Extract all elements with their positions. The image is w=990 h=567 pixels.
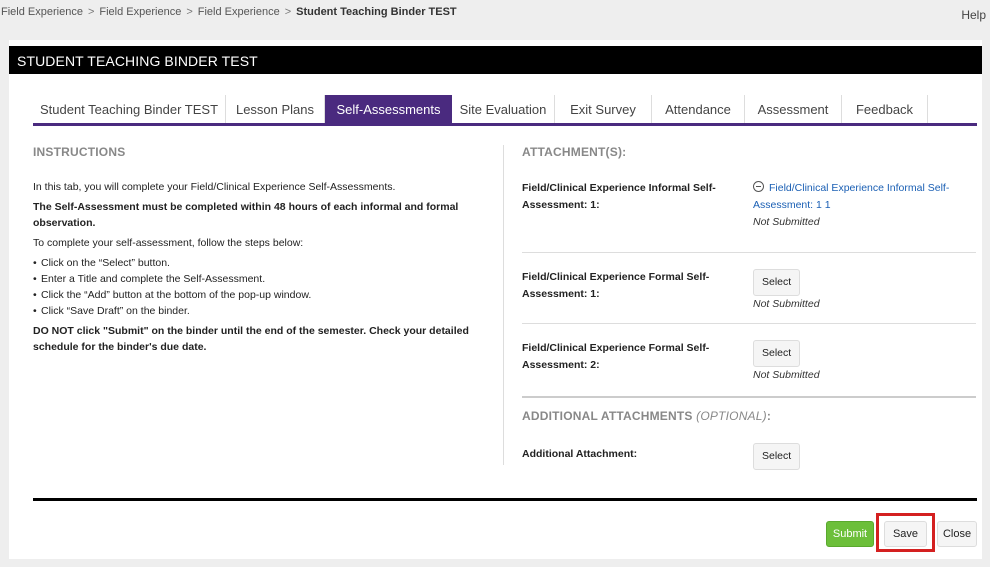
select-button[interactable]: Select [753, 340, 801, 367]
attachments-heading: ATTACHMENT(S): [522, 145, 627, 159]
attachment-status: Not Submitted [753, 216, 820, 228]
attachment-value: Select [753, 443, 973, 470]
attachment-label: Field/Clinical Experience Informal Self-… [522, 182, 716, 211]
select-button[interactable]: Select [753, 443, 801, 470]
breadcrumb-item[interactable]: Field Experience [1, 6, 83, 18]
instructions-deadline: The Self-Assessment must be completed wi… [33, 201, 459, 229]
column-divider [503, 145, 504, 465]
tab-assessment[interactable]: Assessment [745, 95, 842, 123]
optional-label: (OPTIONAL) [696, 409, 767, 423]
instructions-intro: In this tab, you will complete your Fiel… [33, 181, 396, 193]
instruction-step: Click on the “Select” button. [33, 255, 473, 271]
breadcrumb-separator: > [284, 6, 292, 18]
tab-student-teaching-binder[interactable]: Student Teaching Binder TEST [33, 95, 226, 123]
row-divider [522, 323, 976, 324]
help-link[interactable]: Help [961, 8, 986, 22]
page-title: STUDENT TEACHING BINDER TEST [17, 53, 258, 69]
binder-title-bar: STUDENT TEACHING BINDER TEST [9, 46, 982, 74]
tab-lesson-plans[interactable]: Lesson Plans [226, 95, 325, 123]
top-bar: Field Experience > Field Experience > Field … [0, 0, 990, 40]
select-button[interactable]: Select [753, 269, 801, 296]
footer-divider [33, 498, 977, 501]
attachment-value: Select Not Submitted [753, 269, 973, 313]
tab-site-evaluation[interactable]: Site Evaluation [452, 95, 555, 123]
attachment-status: Not Submitted [753, 298, 820, 310]
submit-button[interactable]: Submit [826, 521, 874, 547]
heading-colon: : [766, 409, 772, 423]
attachments-panel: ATTACHMENT(S): Field/Clinical Experience… [522, 145, 976, 470]
tab-self-assessments[interactable]: Self-Assessments [325, 95, 452, 123]
breadcrumb-item[interactable]: Field Experience [198, 6, 280, 18]
additional-attachments-heading: ADDITIONAL ATTACHMENTS (OPTIONAL): [522, 409, 976, 423]
minus-circle-icon[interactable] [753, 181, 764, 192]
instruction-step: Click “Save Draft” on the binder. [33, 303, 473, 319]
instructions-steps-intro: To complete your self-assessment, follow… [33, 237, 304, 249]
instructions-warning: DO NOT click "Submit" on the binder unti… [33, 325, 469, 353]
tab-attendance[interactable]: Attendance [652, 95, 745, 123]
row-divider [522, 252, 976, 253]
page-frame-bottom [0, 559, 990, 567]
breadcrumb-current: Student Teaching Binder TEST [296, 6, 457, 18]
tab-exit-survey[interactable]: Exit Survey [555, 95, 652, 123]
attachment-status: Not Submitted [753, 369, 820, 381]
attachment-value: Select Not Submitted [753, 340, 973, 384]
tab-feedback[interactable]: Feedback [842, 95, 928, 123]
instructions-heading: INSTRUCTIONS [33, 145, 126, 159]
instruction-step: Click the “Add” button at the bottom of … [33, 287, 473, 303]
breadcrumb-separator: > [186, 6, 193, 18]
attachment-label: Field/Clinical Experience Formal Self-As… [522, 342, 710, 371]
page-frame-right [982, 40, 990, 567]
attachment-link[interactable]: Field/Clinical Experience Informal Self-… [753, 182, 949, 211]
additional-attachment-label: Additional Attachment: [522, 448, 638, 460]
additional-heading-text: ADDITIONAL ATTACHMENTS [522, 409, 693, 423]
attachment-label: Field/Clinical Experience Formal Self-As… [522, 271, 710, 300]
save-highlight-box [876, 513, 935, 552]
page-frame-left [0, 40, 9, 567]
breadcrumb: Field Experience > Field Experience > Field … [1, 6, 457, 18]
breadcrumb-separator: > [87, 6, 95, 18]
instructions-panel: INSTRUCTIONS In this tab, you will compl… [33, 145, 473, 355]
instructions-steps: Click on the “Select” button. Enter a Ti… [33, 255, 473, 319]
close-button[interactable]: Close [937, 521, 977, 547]
instruction-step: Enter a Title and complete the Self-Asse… [33, 271, 473, 287]
attachment-value: Field/Clinical Experience Informal Self-… [753, 180, 973, 231]
section-divider [522, 396, 976, 398]
tab-bar: Student Teaching Binder TEST Lesson Plan… [33, 95, 977, 126]
breadcrumb-item[interactable]: Field Experience [99, 6, 181, 18]
